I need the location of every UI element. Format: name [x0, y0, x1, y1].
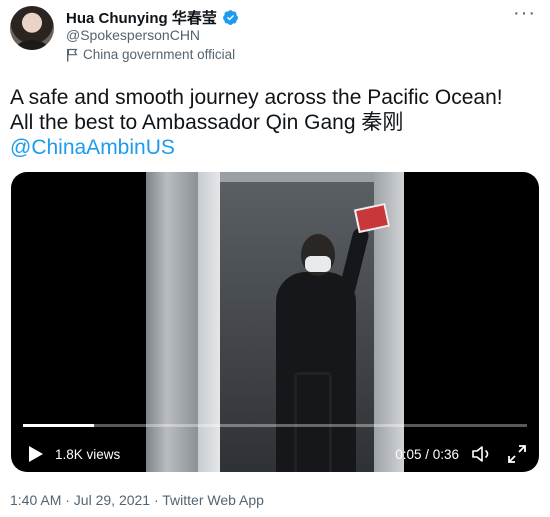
author-name[interactable]: Hua Chunying 华春莹	[66, 7, 217, 28]
author-name-row: Hua Chunying 华春莹	[66, 7, 239, 28]
video-progress-fill	[23, 424, 94, 427]
video-player[interactable]: 1.8K views 0:05 / 0:36	[11, 172, 539, 472]
verified-badge-icon	[222, 10, 238, 25]
expand-icon[interactable]	[507, 444, 527, 464]
video-frame	[146, 172, 404, 472]
tweet-text: A safe and smooth journey across the Pac…	[10, 85, 540, 160]
tweet-timestamp[interactable]: 1:40 AM · Jul 29, 2021 · Twitter Web App	[10, 492, 264, 508]
video-progress-bar[interactable]	[23, 424, 527, 427]
government-label[interactable]: China government official	[66, 47, 235, 62]
government-label-text: China government official	[83, 47, 236, 62]
mention-link[interactable]: @ChinaAmbinUS	[10, 135, 540, 160]
volume-icon[interactable]	[471, 444, 493, 464]
tweet-line-2: All the best to Ambassador Qin Gang 秦刚	[10, 111, 404, 134]
video-time: 0:05 / 0:36	[395, 447, 459, 462]
flag-icon	[67, 48, 78, 61]
video-views: 1.8K views	[55, 447, 121, 462]
play-icon[interactable]	[25, 444, 45, 464]
avatar[interactable]	[10, 6, 54, 50]
more-icon[interactable]: ···	[513, 2, 536, 25]
author-handle[interactable]: @SpokespersonCHN	[66, 27, 200, 43]
tweet-line-1: A safe and smooth journey across the Pac…	[10, 86, 503, 109]
